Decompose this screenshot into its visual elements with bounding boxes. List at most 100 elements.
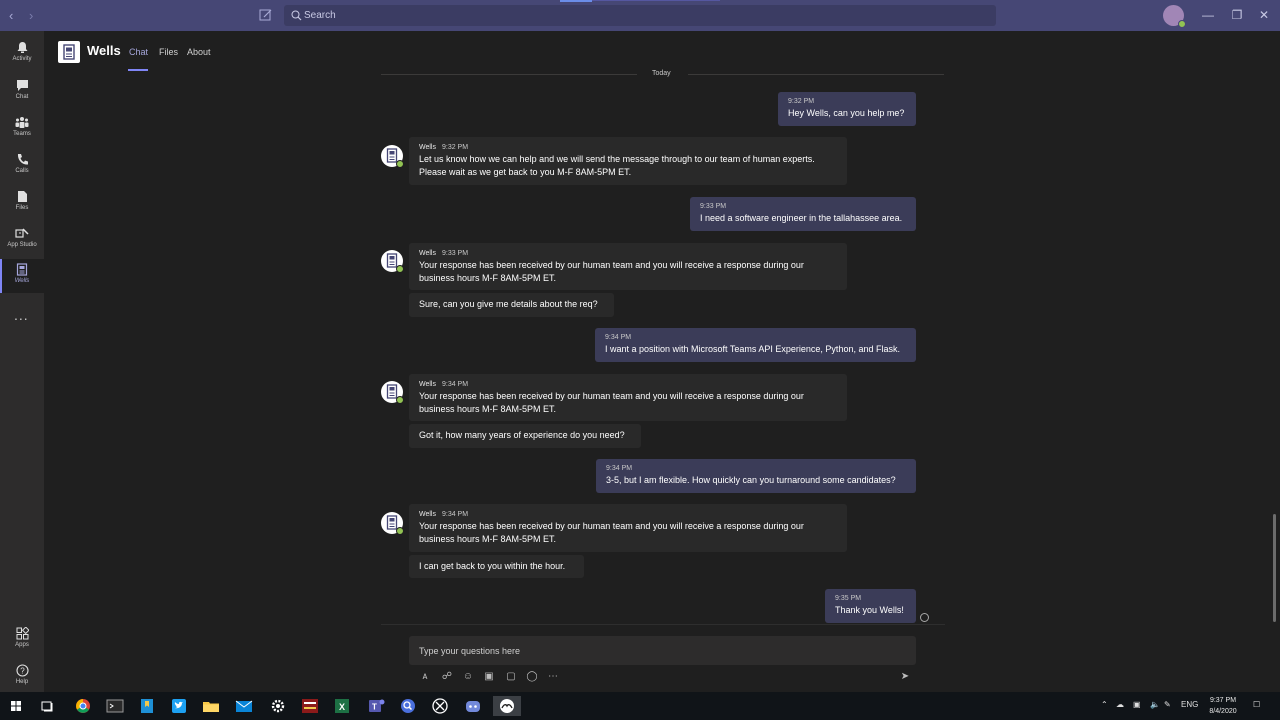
input-language[interactable]: ENG bbox=[1181, 700, 1198, 709]
search-bar[interactable] bbox=[284, 5, 996, 26]
bot-message[interactable]: Wells 9:32 PM Let us know how we can help… bbox=[409, 137, 847, 185]
my-message[interactable]: 9:32 PM Hey Wells, can you help me? bbox=[778, 92, 916, 126]
bot-avatar[interactable] bbox=[381, 250, 404, 273]
notifications-icon[interactable]: ☐ bbox=[1253, 700, 1260, 709]
taskbar-clock[interactable]: 9:37 PM 8/4/2020 bbox=[1205, 695, 1241, 717]
user-avatar[interactable] bbox=[1163, 5, 1186, 28]
more-apps-icon[interactable]: ... bbox=[14, 307, 29, 323]
attach-icon[interactable]: ☍ bbox=[440, 670, 454, 684]
bot-message[interactable]: Wells 9:34 PM Your response has been rece… bbox=[409, 374, 847, 421]
apps-icon bbox=[16, 627, 29, 640]
message-meta: Wells 9:34 PM bbox=[419, 380, 837, 390]
network-icon[interactable]: ▣ bbox=[1133, 700, 1141, 709]
bot-avatar[interactable] bbox=[381, 145, 404, 168]
my-message[interactable]: 9:35 PM Thank you Wells! bbox=[825, 589, 916, 623]
app-studio-icon bbox=[15, 228, 29, 238]
wells-taskbar-icon[interactable] bbox=[493, 696, 521, 716]
send-icon[interactable]: ➤ bbox=[898, 670, 912, 684]
compose-box[interactable] bbox=[409, 636, 916, 665]
gif-icon[interactable]: ▣ bbox=[482, 670, 496, 684]
message-time: 9:33 PM bbox=[441, 250, 469, 257]
praise-icon[interactable]: ◯ bbox=[525, 670, 539, 684]
svg-text:T: T bbox=[372, 703, 377, 712]
presence-status bbox=[396, 265, 404, 273]
message-input[interactable] bbox=[419, 636, 899, 665]
chat-scrollbar[interactable] bbox=[1273, 514, 1276, 622]
rail-item-chat[interactable]: Chat bbox=[0, 75, 44, 109]
search-app-icon[interactable] bbox=[397, 696, 419, 716]
rail-item-help[interactable]: ? Help bbox=[0, 660, 44, 694]
bot-avatar[interactable] bbox=[381, 381, 404, 404]
wells-app-icon bbox=[58, 41, 80, 63]
rail-label: Calls bbox=[15, 168, 29, 174]
discord-icon[interactable] bbox=[462, 696, 484, 716]
bot-followup-message[interactable]: Got it, how many years of experience do … bbox=[409, 424, 641, 448]
teams-window: ‹ › — ❐ ✕ Activity Chat bbox=[0, 0, 1280, 720]
volume-icon[interactable]: 🔈 bbox=[1150, 700, 1160, 709]
sender-name: Wells bbox=[419, 250, 436, 257]
xbox-icon[interactable] bbox=[429, 696, 451, 716]
rail-item-apps[interactable]: Apps bbox=[0, 623, 44, 657]
teams-taskbar-icon[interactable]: T bbox=[365, 696, 387, 716]
rail-label: Help bbox=[15, 679, 29, 685]
presence-status bbox=[396, 396, 404, 404]
restore-icon[interactable]: ❐ bbox=[1229, 7, 1245, 23]
rail-label: Chat bbox=[15, 94, 29, 100]
close-icon[interactable]: ✕ bbox=[1256, 7, 1272, 23]
voice-app-icon[interactable] bbox=[299, 696, 321, 716]
day-label: Today bbox=[652, 70, 671, 77]
rail-item-files[interactable]: Files bbox=[0, 186, 44, 220]
rail-item-app-studio[interactable]: App Studio bbox=[0, 223, 44, 257]
message-time: 9:32 PM bbox=[788, 98, 815, 105]
format-icon[interactable]: ᴀ bbox=[418, 670, 432, 684]
message-text: Got it, how many years of experience do … bbox=[419, 430, 625, 440]
message-time: 9:34 PM bbox=[606, 465, 633, 472]
search-input[interactable] bbox=[304, 5, 984, 26]
rail-item-teams[interactable]: Teams bbox=[0, 112, 44, 146]
presence-status bbox=[396, 527, 404, 535]
sticker-icon[interactable]: ▢ bbox=[504, 670, 518, 684]
minimize-icon[interactable]: — bbox=[1200, 7, 1216, 23]
chrome-icon[interactable] bbox=[72, 696, 94, 716]
forward-arrow-icon[interactable]: › bbox=[29, 8, 33, 23]
settings-gear-icon[interactable] bbox=[267, 696, 289, 716]
excel-icon[interactable]: X bbox=[331, 696, 353, 716]
bot-message[interactable]: Wells 9:34 PM Your response has been rece… bbox=[409, 504, 847, 552]
new-chat-icon[interactable] bbox=[259, 8, 273, 22]
bot-followup-message[interactable]: I can get back to you within the hour. bbox=[409, 555, 584, 578]
tab-about[interactable]: About bbox=[187, 47, 211, 57]
message-text: Your response has been received by our h… bbox=[419, 260, 804, 283]
tab-chat[interactable]: Chat bbox=[129, 47, 148, 57]
tab-files[interactable]: Files bbox=[159, 47, 178, 57]
rail-label: Activity bbox=[12, 56, 32, 62]
bot-avatar[interactable] bbox=[381, 512, 404, 535]
bell-icon bbox=[17, 42, 27, 53]
message-text: Let us know how we can help and we will … bbox=[419, 154, 815, 177]
title-bar: ‹ › — ❐ ✕ bbox=[0, 0, 1280, 31]
file-explorer-icon[interactable] bbox=[200, 696, 222, 716]
my-message[interactable]: 9:34 PM I want a position with Microsoft… bbox=[595, 328, 916, 362]
bookmark-app-icon[interactable] bbox=[136, 696, 158, 716]
twitter-icon[interactable] bbox=[168, 696, 190, 716]
rail-label: Wells bbox=[14, 278, 30, 284]
bot-followup-message[interactable]: Sure, can you give me details about the … bbox=[409, 293, 614, 317]
rail-item-wells[interactable]: Wells bbox=[0, 259, 44, 293]
my-message[interactable]: 9:33 PM I need a software engineer in th… bbox=[690, 197, 916, 231]
windows-start-icon[interactable] bbox=[5, 696, 27, 716]
message-text: 3-5, but I am flexible. How quickly can … bbox=[606, 475, 896, 485]
tray-chevron-icon[interactable]: ⌃ bbox=[1101, 700, 1108, 709]
more-options-icon[interactable]: ⋯ bbox=[546, 670, 560, 684]
back-arrow-icon[interactable]: ‹ bbox=[9, 8, 13, 23]
terminal-icon[interactable] bbox=[104, 696, 126, 716]
sender-name: Wells bbox=[419, 511, 436, 518]
emoji-icon[interactable]: ☺ bbox=[461, 670, 475, 684]
pen-icon[interactable]: ✎ bbox=[1164, 700, 1171, 709]
bot-message[interactable]: Wells 9:33 PM Your response has been rece… bbox=[409, 243, 847, 290]
message-text: I can get back to you within the hour. bbox=[419, 561, 566, 571]
my-message[interactable]: 9:34 PM 3-5, but I am flexible. How quic… bbox=[596, 459, 916, 493]
task-view-icon[interactable] bbox=[36, 696, 58, 716]
rail-item-activity[interactable]: Activity bbox=[0, 37, 44, 71]
mail-icon[interactable] bbox=[233, 696, 255, 716]
rail-item-calls[interactable]: Calls bbox=[0, 149, 44, 183]
onedrive-icon[interactable]: ☁ bbox=[1116, 700, 1124, 709]
